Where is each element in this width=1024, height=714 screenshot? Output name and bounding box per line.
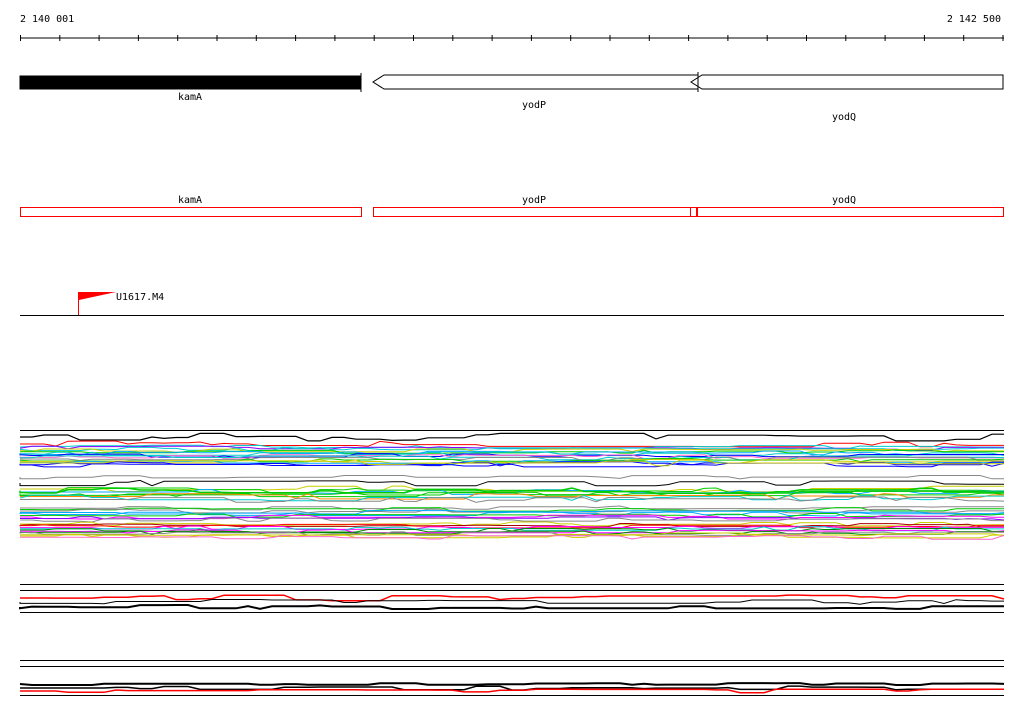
profile-panel-tertiary <box>19 660 1005 696</box>
expression-profile-line <box>19 599 1004 605</box>
expression-profile-line <box>19 479 1004 487</box>
genome-browser-view: 2 140 001 2 142 500 kamA yodP yodQ kamA … <box>0 0 1024 714</box>
expression-profile-line <box>20 688 1004 694</box>
expression-profile-line <box>20 432 1004 442</box>
expression-profile-line <box>19 604 1004 610</box>
expression-profile-line <box>19 475 1004 480</box>
expression-profiles <box>19 430 1005 696</box>
profile-panel-main <box>19 430 1005 540</box>
profile-panel-secondary <box>19 584 1005 613</box>
expression-profile-line <box>20 594 1005 602</box>
expression-profile-line <box>19 682 1005 686</box>
